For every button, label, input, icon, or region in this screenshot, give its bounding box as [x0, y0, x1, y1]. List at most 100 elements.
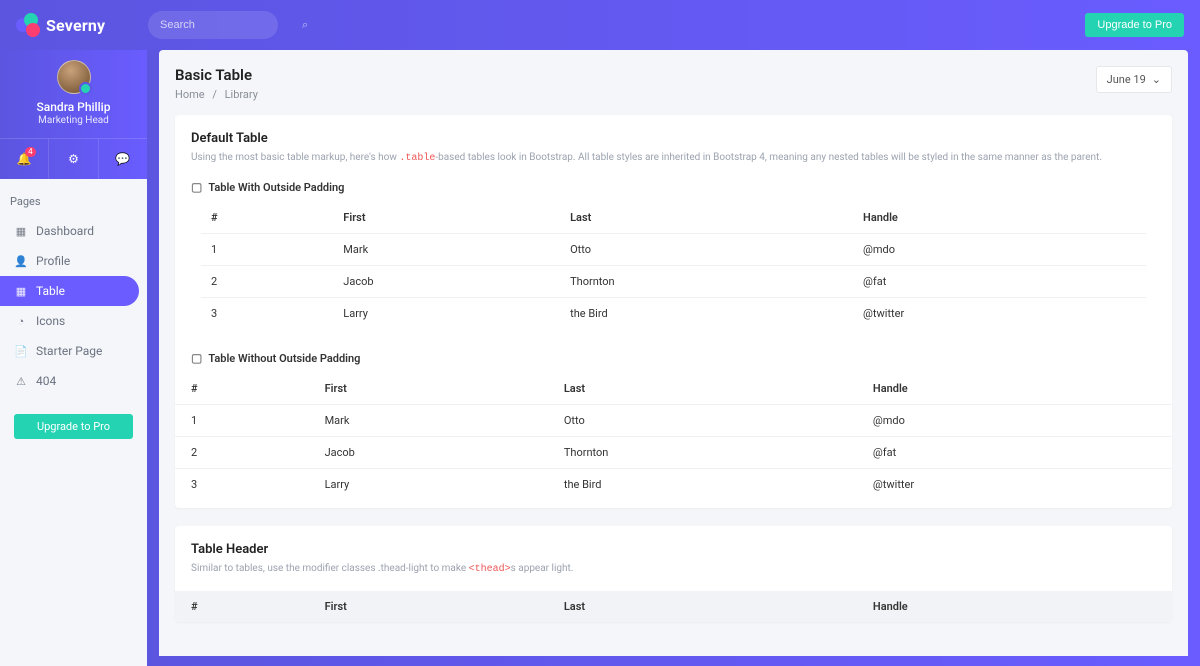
card-subtitle: Similar to tables, use the modifier clas… [191, 561, 1156, 577]
brand-logo-icon [16, 13, 40, 37]
table-cell: Mark [333, 234, 560, 266]
col-header: Handle [863, 591, 1172, 622]
table-cell: Jacob [315, 437, 554, 469]
icons-icon: ◔ [14, 315, 28, 328]
brand[interactable]: Severny [16, 13, 148, 37]
topbar: Severny ⌕ Upgrade to Pro [0, 0, 1200, 50]
messages-button[interactable]: 💬 [99, 139, 147, 179]
table-cell: Larry [333, 298, 560, 330]
col-header: # [175, 591, 315, 622]
avatar[interactable] [57, 60, 91, 94]
search-input[interactable] [160, 19, 302, 31]
table-cell: the Bird [554, 469, 863, 501]
chevron-down-icon: ⌄ [1152, 73, 1161, 86]
table-without-padding: # First Last Handle 1MarkOtto@mdo2JacobT… [175, 373, 1172, 500]
sidebar-item-404[interactable]: ⚠ 404 [0, 366, 139, 396]
table-row: 2JacobThornton@fat [201, 266, 1146, 298]
col-header: # [175, 373, 315, 405]
table-cell: Larry [315, 469, 554, 501]
sidebar-item-label: Starter Page [36, 344, 102, 358]
settings-button[interactable]: ⚙ [49, 139, 98, 179]
table-cell: 3 [175, 469, 315, 501]
col-header: Last [560, 202, 853, 234]
table-cell: 2 [175, 437, 315, 469]
table-cell: Jacob [333, 266, 560, 298]
table-header-card: Table Header Similar to tables, use the … [175, 526, 1172, 622]
sidebar-item-label: Profile [36, 254, 70, 268]
date-picker[interactable]: June 19 ⌄ [1096, 66, 1172, 93]
table-cell: 3 [201, 298, 333, 330]
sidebar-item-label: 404 [36, 374, 56, 388]
table-cell: @twitter [863, 469, 1172, 501]
table-cell: Thornton [560, 266, 853, 298]
sidebar-item-starter-page[interactable]: 📄 Starter Page [0, 336, 139, 366]
date-value: June 19 [1107, 73, 1146, 86]
table-header-row: # First Last Handle [175, 591, 1172, 622]
warning-icon: ⚠ [14, 375, 28, 388]
notifications-button[interactable]: 🔔 4 [0, 139, 49, 179]
table-cell: @fat [853, 266, 1146, 298]
profile-role: Marketing Head [0, 115, 147, 126]
card-title: Table Header [191, 542, 1156, 557]
col-header: First [315, 591, 554, 622]
col-header: Last [554, 591, 863, 622]
table-row: 3Larrythe Bird@twitter [201, 298, 1146, 330]
table-cell: @fat [863, 437, 1172, 469]
col-header: Handle [863, 373, 1172, 405]
search-box[interactable]: ⌕ [148, 11, 278, 39]
page-header: Basic Table Home / Library June 19 ⌄ [175, 66, 1172, 101]
profile-name: Sandra Phillip [0, 100, 147, 114]
mini-actions: 🔔 4 ⚙ 💬 [0, 138, 147, 179]
table-cell: 1 [201, 234, 333, 266]
page-icon: 📄 [14, 345, 28, 358]
table-light-header: # First Last Handle [175, 591, 1172, 622]
upgrade-to-pro-button-top[interactable]: Upgrade to Pro [1085, 13, 1184, 37]
table-header-row: # First Last Handle [175, 373, 1172, 405]
table-with-padding: # First Last Handle 1MarkOtto@mdo2JacobT… [201, 202, 1146, 329]
table-row: 3Larrythe Bird@twitter [175, 469, 1172, 501]
gear-icon: ⚙ [68, 152, 79, 166]
col-header: First [333, 202, 560, 234]
profile-block: Sandra Phillip Marketing Head [0, 50, 147, 138]
breadcrumb-home[interactable]: Home [175, 88, 205, 101]
subhead-with-padding: ▢ Table With Outside Padding [191, 180, 1156, 194]
nav-section-title: Pages [0, 189, 147, 216]
table-cell: Mark [315, 405, 554, 437]
table-cell: @mdo [863, 405, 1172, 437]
sidebar-item-icons[interactable]: ◔ Icons [0, 306, 139, 336]
table-row: 1MarkOtto@mdo [175, 405, 1172, 437]
table-cell: Otto [554, 405, 863, 437]
subhead-without-padding: ▢ Table Without Outside Padding [191, 351, 1156, 365]
col-header: Handle [853, 202, 1146, 234]
table-row: 2JacobThornton@fat [175, 437, 1172, 469]
table-cell: @mdo [853, 234, 1146, 266]
brand-text: Severny [46, 16, 105, 35]
table-cell: Otto [560, 234, 853, 266]
card-title: Default Table [191, 131, 1156, 146]
sidebar-item-table[interactable]: ▦ Table [0, 276, 139, 306]
table-icon: ▦ [14, 285, 28, 298]
notification-badge: 4 [25, 147, 36, 157]
sidebar-item-label: Table [36, 284, 65, 298]
profile-icon: 👤 [14, 255, 28, 268]
upgrade-to-pro-button-side[interactable]: Upgrade to Pro [14, 414, 133, 439]
sidebar-item-label: Dashboard [36, 224, 94, 238]
sidebar-item-dashboard[interactable]: ▦ Dashboard [0, 216, 139, 246]
col-header: First [315, 373, 554, 405]
default-table-card: Default Table Using the most basic table… [175, 115, 1172, 508]
sidebar: Sandra Phillip Marketing Head 🔔 4 ⚙ 💬 Pa… [0, 50, 147, 589]
sidebar-item-profile[interactable]: 👤 Profile [0, 246, 139, 276]
table-cell: the Bird [560, 298, 853, 330]
table-header-row: # First Last Handle [201, 202, 1146, 234]
chat-icon: 💬 [115, 152, 130, 166]
breadcrumb-current: Library [225, 88, 258, 101]
breadcrumb-separator: / [212, 88, 217, 101]
table-cell: @twitter [853, 298, 1146, 330]
dashboard-icon: ▦ [14, 225, 28, 238]
sidebar-item-label: Icons [36, 314, 65, 328]
col-header: Last [554, 373, 863, 405]
card-subtitle: Using the most basic table markup, here'… [191, 150, 1156, 166]
col-header: # [201, 202, 333, 234]
breadcrumb: Home / Library [175, 88, 258, 101]
page-title: Basic Table [175, 66, 258, 84]
